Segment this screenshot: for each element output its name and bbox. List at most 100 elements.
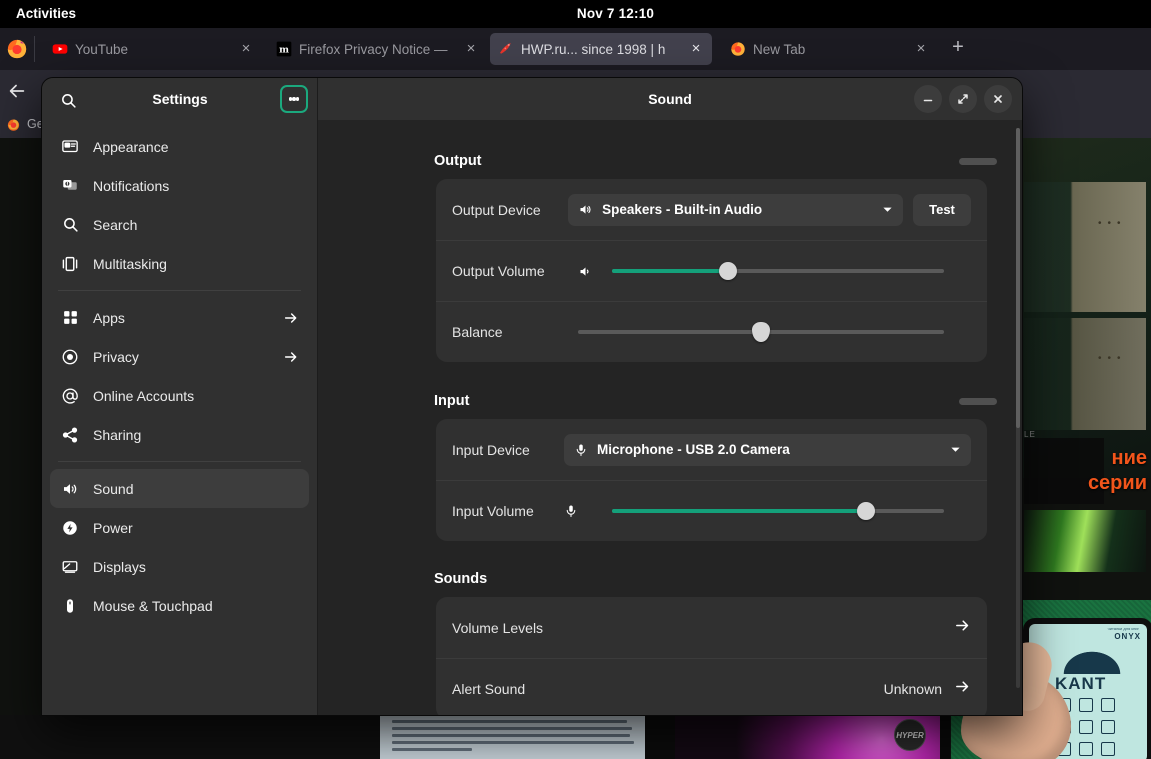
alert-sound-row[interactable]: Alert Sound Unknown bbox=[436, 658, 987, 715]
section-title-input: Input bbox=[434, 393, 470, 409]
tab-close-privacy[interactable]: × bbox=[462, 40, 480, 58]
thumbnail-document[interactable] bbox=[380, 715, 645, 759]
book-icon bbox=[1059, 648, 1125, 674]
tab-new-tab[interactable]: New Tab bbox=[722, 33, 912, 65]
page-hero-image: ••• ••• LE ние серии bbox=[1016, 138, 1151, 572]
sidebar-item-privacy[interactable]: Privacy bbox=[50, 337, 309, 376]
new-tab-button[interactable]: + bbox=[948, 37, 968, 58]
output-volume-slider[interactable] bbox=[612, 262, 944, 280]
mozilla-favicon: m bbox=[276, 41, 292, 57]
clock[interactable]: Nov 7 12:10 bbox=[0, 0, 1151, 28]
sidebar-item-appearance[interactable]: Appearance bbox=[50, 127, 309, 166]
volume-levels-row[interactable]: Volume Levels bbox=[436, 597, 987, 658]
sidebar-item-label: Power bbox=[93, 519, 133, 536]
alert-sound-value: Unknown bbox=[883, 681, 942, 697]
youtube-favicon bbox=[52, 41, 68, 57]
hero-shelf-top bbox=[1024, 182, 1146, 312]
output-section-header: Output bbox=[434, 153, 997, 169]
input-device-value: Microphone - USB 2.0 Camera bbox=[597, 442, 790, 457]
sidebar-item-label: Sound bbox=[93, 480, 134, 497]
speaker-icon[interactable] bbox=[578, 264, 612, 279]
output-card: Output Device Speakers - Built-in Audio bbox=[436, 179, 987, 362]
balance-label: Balance bbox=[452, 324, 503, 340]
sidebar-item-label: Multitasking bbox=[93, 255, 167, 272]
sidebar-item-label: Privacy bbox=[93, 348, 139, 365]
sidebar-item-displays[interactable]: Displays bbox=[50, 547, 309, 586]
sidebar-item-label: Search bbox=[93, 216, 138, 233]
display-icon bbox=[60, 557, 80, 577]
output-device-label: Output Device bbox=[452, 201, 541, 218]
output-volume-label: Output Volume bbox=[452, 263, 545, 279]
bookmark-item[interactable]: Ge bbox=[6, 112, 44, 136]
chevron-right-icon bbox=[954, 617, 971, 639]
thumbnail-gap bbox=[645, 715, 675, 759]
appearance-icon bbox=[60, 137, 80, 157]
settings-title: Settings bbox=[152, 91, 208, 107]
input-section-indicator[interactable] bbox=[959, 397, 997, 405]
settings-sidebar[interactable]: Appearance Notifications Search Multitas… bbox=[42, 120, 318, 715]
output-device-value: Speakers - Built-in Audio bbox=[602, 202, 763, 217]
sidebar-item-sharing[interactable]: Sharing bbox=[50, 415, 309, 454]
sidebar-item-apps[interactable]: Apps bbox=[50, 298, 309, 337]
close-button[interactable] bbox=[984, 85, 1012, 113]
sidebar-item-label: Mouse & Touchpad bbox=[93, 597, 213, 614]
hero-shelf-bottom bbox=[1024, 318, 1146, 430]
tab-label: Firefox Privacy Notice — bbox=[299, 41, 448, 57]
hero-dots-bottom: ••• bbox=[1098, 353, 1127, 364]
tab-firefox-privacy-notice[interactable]: m Firefox Privacy Notice — bbox=[268, 33, 464, 65]
output-device-row: Output Device Speakers - Built-in Audio bbox=[436, 179, 987, 240]
speaker-icon bbox=[578, 202, 593, 217]
tab-label: YouTube bbox=[75, 41, 129, 57]
sidebar-item-search[interactable]: Search bbox=[50, 205, 309, 244]
tab-close-youtube[interactable]: × bbox=[237, 40, 255, 58]
microphone-icon bbox=[574, 443, 588, 457]
sidebar-item-label: Displays bbox=[93, 558, 146, 575]
sidebar-item-mouse-touchpad[interactable]: Mouse & Touchpad bbox=[50, 586, 309, 625]
sidebar-item-multitasking[interactable]: Multitasking bbox=[50, 244, 309, 283]
tab-youtube[interactable]: YouTube bbox=[44, 33, 244, 65]
svg-text:m: m bbox=[279, 44, 289, 55]
chevron-down-icon bbox=[882, 204, 893, 215]
search-icon[interactable] bbox=[55, 87, 81, 113]
sidebar-item-power[interactable]: Power bbox=[50, 508, 309, 547]
firefox-favicon bbox=[730, 41, 746, 57]
maximize-button[interactable] bbox=[949, 85, 977, 113]
sidebar-item-sound[interactable]: Sound bbox=[50, 469, 309, 508]
sidebar-item-label: Apps bbox=[93, 309, 125, 326]
balance-slider[interactable] bbox=[578, 322, 944, 342]
sidebar-item-notifications[interactable]: Notifications bbox=[50, 166, 309, 205]
settings-scrollbar[interactable] bbox=[1016, 128, 1020, 688]
tab-close-newtab[interactable]: × bbox=[912, 40, 930, 58]
hero-caption-line1: ние bbox=[1111, 447, 1148, 469]
tab-strip: YouTube × m Firefox Privacy Notice — × H… bbox=[0, 28, 1151, 70]
mouse-icon bbox=[60, 596, 80, 616]
minimize-button[interactable] bbox=[914, 85, 942, 113]
input-volume-slider[interactable] bbox=[612, 502, 944, 520]
input-device-combo[interactable]: Microphone - USB 2.0 Camera bbox=[564, 433, 971, 466]
chevron-down-icon bbox=[950, 444, 961, 455]
output-device-combo[interactable]: Speakers - Built-in Audio bbox=[568, 193, 903, 226]
alert-sound-label: Alert Sound bbox=[452, 681, 526, 697]
gnome-top-bar: Activities Nov 7 12:10 bbox=[0, 0, 1151, 28]
sidebar-item-online-accounts[interactable]: Online Accounts bbox=[50, 376, 309, 415]
hero-caption-line2: серии bbox=[1087, 472, 1147, 494]
screen: ••• ••• LE ние серии HYPER читалки для к… bbox=[0, 0, 1151, 759]
hero-green-photo bbox=[1024, 510, 1146, 572]
microphone-icon[interactable] bbox=[564, 504, 612, 518]
tab-close-hwp[interactable]: × bbox=[687, 40, 705, 58]
test-button[interactable]: Test bbox=[913, 193, 971, 226]
balance-row: Balance bbox=[436, 301, 987, 362]
input-section-header: Input bbox=[434, 393, 997, 409]
tab-hwp-ru[interactable]: HWP.ru... since 1998 | h bbox=[490, 33, 712, 65]
back-icon[interactable] bbox=[6, 80, 28, 102]
settings-titlebar: Settings Sound bbox=[42, 78, 1022, 120]
firefox-favicon bbox=[7, 119, 20, 131]
chevron-right-icon bbox=[283, 349, 299, 365]
output-section-indicator[interactable] bbox=[959, 157, 997, 165]
input-device-label: Input Device bbox=[452, 441, 530, 458]
tab-separator bbox=[34, 36, 35, 62]
input-device-row: Input Device Microphone - USB 2.0 Camera bbox=[436, 419, 987, 480]
thumbnail-fan[interactable]: HYPER bbox=[675, 715, 940, 759]
at-sign-icon bbox=[60, 386, 80, 406]
kebab-menu-icon[interactable] bbox=[280, 85, 308, 113]
